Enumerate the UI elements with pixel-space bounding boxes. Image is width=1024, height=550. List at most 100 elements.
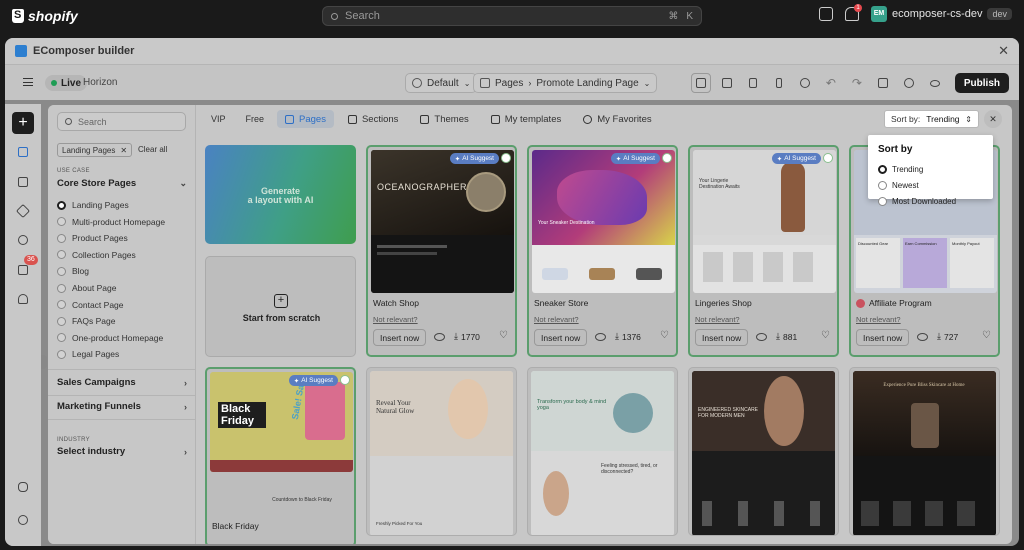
generate-ai-card[interactable]: Generate a layout with AI — [205, 145, 356, 244]
close-app-button[interactable]: ✕ — [998, 43, 1009, 59]
close-modal-button[interactable]: ✕ — [984, 110, 1002, 128]
menu-icon[interactable] — [23, 78, 33, 86]
template-card[interactable]: ENGINEERED SKINCARE FOR MODERN MEN — [688, 367, 839, 536]
layers-icon[interactable] — [13, 201, 33, 221]
gear-icon[interactable] — [13, 510, 33, 530]
tab-my-favorites[interactable]: My Favorites — [575, 110, 659, 128]
heart-icon[interactable]: ♡ — [821, 330, 830, 341]
integrations-icon[interactable] — [13, 289, 33, 309]
heart-icon[interactable]: ♡ — [660, 330, 669, 341]
shopify-logo[interactable]: shopify — [12, 8, 78, 24]
settings-icon[interactable] — [873, 73, 893, 93]
sort-option[interactable]: Most Downloaded — [878, 193, 983, 209]
marketing-funnels-group[interactable]: Marketing Funnels › — [57, 401, 187, 412]
radio-icon[interactable] — [878, 180, 887, 190]
industry-select[interactable]: Select industry › — [57, 446, 187, 457]
active-filter-chip[interactable]: Landing Pages ✕ — [57, 143, 133, 157]
tab-free[interactable]: Free — [239, 110, 272, 128]
history-icon[interactable] — [899, 73, 919, 93]
filter-search-input[interactable]: Search — [57, 112, 186, 131]
store-icon[interactable] — [819, 7, 833, 21]
use-case-option[interactable]: FAQs Page — [57, 316, 115, 326]
tab-vip[interactable]: VIP — [204, 110, 233, 128]
clock-icon[interactable] — [13, 230, 33, 250]
use-case-group[interactable]: Core Store Pages ⌄ — [57, 178, 187, 189]
template-card[interactable]: Your Lingerie Destination Awaits ✦ AI Su… — [688, 145, 839, 357]
add-element-button[interactable]: + — [12, 112, 34, 134]
use-case-option[interactable]: Contact Page — [57, 300, 124, 310]
use-case-option[interactable]: Blog — [57, 266, 89, 276]
bell-icon[interactable]: 1 — [845, 4, 862, 21]
heart-icon[interactable]: ♡ — [499, 330, 508, 341]
tab-sections[interactable]: Sections — [340, 110, 406, 128]
insert-now-button[interactable]: Insert now — [856, 329, 910, 346]
database-icon[interactable] — [13, 477, 33, 497]
use-case-option[interactable]: Legal Pages — [57, 349, 119, 359]
use-case-option[interactable]: Product Pages — [57, 233, 128, 243]
publish-button[interactable]: Publish — [954, 73, 1009, 93]
eye-icon[interactable] — [756, 333, 767, 341]
use-case-option[interactable]: One-product Homepage — [57, 333, 163, 343]
tab-pages[interactable]: Pages — [277, 110, 334, 128]
not-relevant-link[interactable]: Not relevant? — [373, 315, 418, 324]
template-card[interactable]: Experience Pure Bliss Skincare at Home — [849, 367, 1000, 536]
left-rail: + 36 — [5, 104, 41, 546]
page-select[interactable]: Pages › Promote Landing Page ⌄ — [473, 73, 658, 93]
insert-now-button[interactable]: Insert now — [695, 329, 749, 346]
radio-icon[interactable] — [57, 200, 66, 210]
template-card[interactable]: OCEANOGRAPHER ✦ AI Suggest Watch Shop No… — [366, 145, 517, 357]
use-case-option[interactable]: Landing Pages — [57, 200, 129, 210]
not-relevant-link[interactable]: Not relevant? — [534, 315, 579, 324]
sort-dropdown[interactable]: Sort by: Trending ⇕ — [884, 110, 979, 128]
clear-all-link[interactable]: Clear all — [138, 145, 167, 154]
sort-option[interactable]: Newest — [878, 177, 983, 193]
radio-icon[interactable] — [57, 233, 66, 243]
pages-icon[interactable] — [13, 142, 33, 162]
eye-icon[interactable] — [434, 333, 445, 341]
tablet-icon[interactable] — [743, 73, 763, 93]
radio-icon[interactable] — [57, 300, 66, 310]
use-case-option[interactable]: Multi-product Homepage — [57, 217, 165, 227]
template-card[interactable]: Reveal Your Natural Glow Freshly Picked … — [366, 367, 517, 536]
radio-icon[interactable] — [57, 333, 66, 343]
tab-themes[interactable]: Themes — [412, 110, 476, 128]
preview-icon[interactable] — [925, 73, 945, 93]
template-card[interactable]: Transform your body & mind yoga Feeling … — [527, 367, 678, 536]
radio-icon[interactable] — [878, 164, 887, 174]
eye-icon[interactable] — [595, 333, 606, 341]
redo-icon[interactable]: ↷ — [847, 73, 867, 93]
sort-option[interactable]: Trending — [878, 161, 983, 177]
global-search-input[interactable]: Search ⌘ K — [322, 6, 702, 26]
insert-now-button[interactable]: Insert now — [534, 329, 588, 346]
eye-icon[interactable] — [917, 333, 928, 341]
heart-icon[interactable]: ♡ — [982, 330, 991, 341]
radio-icon[interactable] — [57, 349, 66, 359]
not-relevant-link[interactable]: Not relevant? — [695, 315, 740, 324]
radio-icon[interactable] — [57, 250, 66, 260]
use-case-option[interactable]: About Page — [57, 283, 116, 293]
store-switcher[interactable]: EM ecomposer-cs-dev dev — [871, 6, 1012, 22]
sections-icon[interactable] — [13, 172, 33, 192]
template-card[interactable]: Your Sneaker Destination ✦ AI Suggest Sn… — [527, 145, 678, 357]
radio-icon[interactable] — [57, 266, 66, 276]
radio-icon[interactable] — [878, 196, 887, 206]
generate-ai-label: Generate a layout with AI — [247, 186, 314, 205]
tab-my-templates[interactable]: My templates — [483, 110, 570, 128]
not-relevant-link[interactable]: Not relevant? — [856, 315, 901, 324]
language-select[interactable]: Default ⌄ — [405, 73, 478, 93]
start-from-scratch-card[interactable]: + Start from scratch — [205, 256, 356, 357]
template-card[interactable]: Black Friday Sale! Sale! ✦ AI Suggest Co… — [205, 367, 356, 544]
mobile-icon[interactable] — [769, 73, 789, 93]
radio-icon[interactable] — [57, 316, 66, 326]
close-icon[interactable]: ✕ — [120, 146, 127, 155]
insert-now-button[interactable]: Insert now — [373, 329, 427, 346]
desktop-icon[interactable] — [717, 73, 737, 93]
undo-icon[interactable]: ↶ — [821, 73, 841, 93]
layout-icon[interactable] — [690, 73, 711, 93]
radio-icon[interactable] — [57, 283, 66, 293]
sales-campaigns-group[interactable]: Sales Campaigns › — [57, 377, 187, 388]
use-case-option[interactable]: Collection Pages — [57, 250, 136, 260]
collapse-handle[interactable] — [41, 355, 47, 369]
magic-icon[interactable] — [795, 73, 815, 93]
radio-icon[interactable] — [57, 217, 66, 227]
